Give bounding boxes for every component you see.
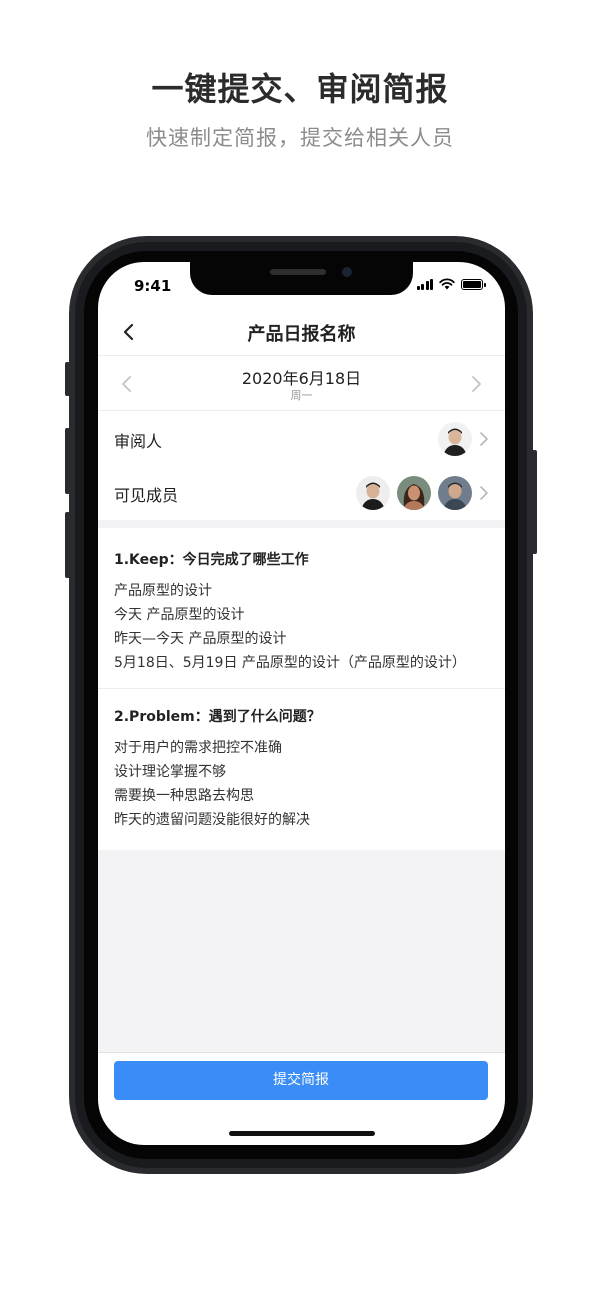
section-title: 1.Keep：今日完成了哪些工作 <box>114 552 309 568</box>
empty-area <box>98 850 505 1053</box>
chevron-right-icon <box>480 486 488 500</box>
notch <box>190 262 413 295</box>
wifi-icon <box>439 278 455 290</box>
list-item: 产品原型的设计 <box>114 583 212 599</box>
avatar <box>397 476 431 510</box>
volume-up-button <box>65 428 70 494</box>
power-button <box>532 450 537 554</box>
list-item: 对于用户的需求把控不准确 <box>114 740 282 756</box>
page-title: 产品日报名称 <box>247 324 356 345</box>
promo-title: 一键提交、审阅简报 <box>151 70 449 108</box>
signal-icon <box>416 278 433 290</box>
members-row[interactable]: 可见成员 <box>98 466 505 520</box>
phone-screen: 9:41 产品日报名称 2020年6月18日 周一 审阅人 可见成员 1.Kee… <box>98 262 505 1145</box>
reviewer-label: 审阅人 <box>114 432 163 451</box>
selected-date[interactable]: 2020年6月18日 <box>98 365 505 389</box>
status-time: 9:41 <box>134 277 172 295</box>
status-icons <box>416 278 486 290</box>
list-item: 昨天的遗留问题没能很好的解决 <box>114 812 310 828</box>
next-date-icon[interactable] <box>469 373 483 395</box>
reviewer-row[interactable]: 审阅人 <box>98 412 505 466</box>
submit-button[interactable]: 提交简报 <box>114 1061 488 1100</box>
list-item: 设计理论掌握不够 <box>114 764 226 780</box>
section-title: 2.Problem：遇到了什么问题？ <box>114 709 321 725</box>
members-label: 可见成员 <box>114 486 179 505</box>
battery-icon <box>461 278 486 290</box>
keep-section: 1.Keep：今日完成了哪些工作 产品原型的设计 今天 产品原型的设计 昨天—今… <box>98 549 505 689</box>
speaker <box>270 269 326 275</box>
avatar <box>438 476 472 510</box>
section-gap <box>98 520 505 528</box>
list-item: 5月18日、5月19日 产品原型的设计（产品原型的设计） <box>114 655 466 671</box>
avatar <box>438 422 472 456</box>
chevron-right-icon <box>480 432 488 446</box>
list-item: 今天 产品原型的设计 <box>114 607 245 623</box>
weekday-label: 周一 <box>290 389 313 402</box>
list-item: 昨天—今天 产品原型的设计 <box>114 631 287 647</box>
avatar <box>356 476 390 510</box>
list-item: 需要换一种思路去构思 <box>114 788 254 804</box>
navbar: 产品日报名称 <box>98 308 505 356</box>
date-selector: 2020年6月18日 周一 <box>98 357 505 411</box>
front-camera <box>342 267 352 277</box>
mute-switch <box>65 362 70 396</box>
divider <box>98 688 505 689</box>
volume-down-button <box>65 512 70 578</box>
promo-subtitle: 快速制定简报，提交给相关人员 <box>146 126 454 150</box>
home-indicator[interactable] <box>229 1131 375 1136</box>
problem-section: 2.Problem：遇到了什么问题？ 对于用户的需求把控不准确 设计理论掌握不够… <box>98 706 505 846</box>
